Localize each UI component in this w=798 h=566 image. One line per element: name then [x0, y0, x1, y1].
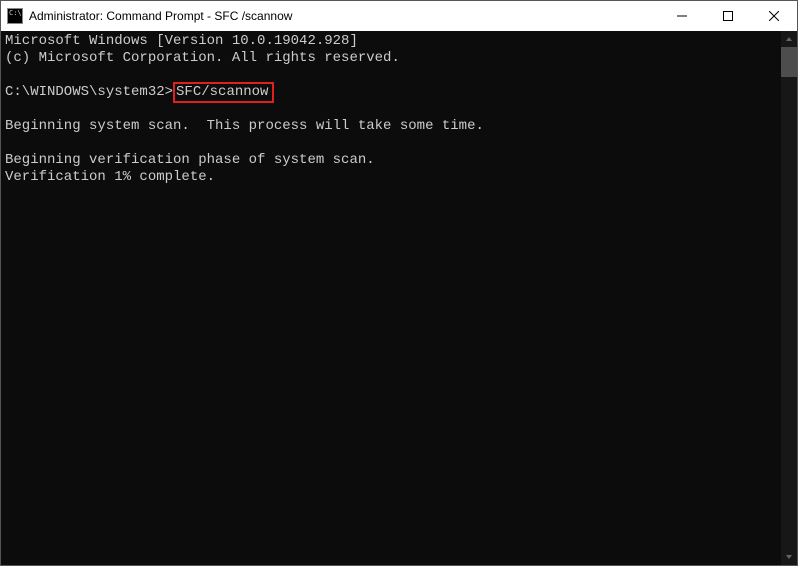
maximize-button[interactable]	[705, 1, 751, 31]
scroll-thumb[interactable]	[781, 47, 797, 77]
terminal-output[interactable]: Microsoft Windows [Version 10.0.19042.92…	[1, 31, 781, 565]
vertical-scrollbar[interactable]	[781, 31, 797, 565]
scroll-down-arrow-icon[interactable]	[781, 549, 797, 565]
copyright-line: (c) Microsoft Corporation. All rights re…	[5, 50, 400, 66]
version-line: Microsoft Windows [Version 10.0.19042.92…	[5, 33, 358, 49]
titlebar[interactable]: C:\. Administrator: Command Prompt - SFC…	[1, 1, 797, 31]
cmd-icon: C:\.	[7, 8, 23, 24]
prompt-prefix: C:\WINDOWS\system32>	[5, 84, 173, 100]
scan-begin-line: Beginning system scan. This process will…	[5, 118, 484, 134]
verification-phase-line: Beginning verification phase of system s…	[5, 152, 375, 168]
window-controls	[659, 1, 797, 31]
close-button[interactable]	[751, 1, 797, 31]
verification-progress-line: Verification 1% complete.	[5, 169, 215, 185]
scroll-up-arrow-icon[interactable]	[781, 31, 797, 47]
terminal-area: Microsoft Windows [Version 10.0.19042.92…	[1, 31, 797, 565]
command-prompt-window: C:\. Administrator: Command Prompt - SFC…	[0, 0, 798, 566]
minimize-button[interactable]	[659, 1, 705, 31]
command-highlighted: SFC/scannow	[173, 82, 274, 103]
window-title: Administrator: Command Prompt - SFC /sca…	[29, 9, 659, 23]
